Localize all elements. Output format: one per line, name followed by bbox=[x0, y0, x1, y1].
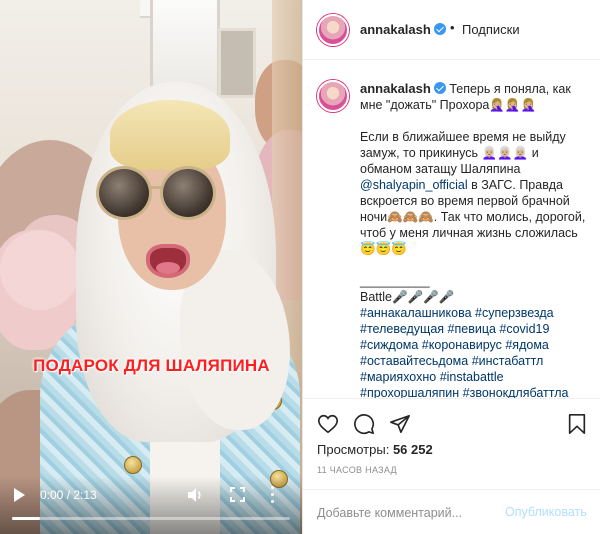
video-time: 0:00 / 2:13 bbox=[40, 488, 97, 502]
separator-dot: • bbox=[450, 20, 455, 35]
verified-icon bbox=[433, 82, 446, 94]
views-label: Просмотры: bbox=[317, 442, 390, 457]
video-overlay-caption: ПОДАРОК ДЛЯ ШАЛЯПИНА bbox=[33, 356, 270, 375]
picture-frame bbox=[218, 28, 256, 98]
video-progress-fill bbox=[12, 517, 40, 520]
caption-text: Теперь я поняла, как мне "дожать" Прохор… bbox=[360, 82, 571, 176]
video-progress-bar[interactable] bbox=[12, 517, 290, 520]
action-bar bbox=[303, 398, 600, 438]
share-icon[interactable] bbox=[389, 413, 411, 435]
post-timestamp[interactable]: 11 часов назад bbox=[317, 465, 397, 475]
more-vertical-icon[interactable] bbox=[270, 486, 276, 504]
header-username-text[interactable]: annakalash bbox=[360, 22, 431, 37]
post-caption: annakalash Теперь я поняла, как мне "дож… bbox=[360, 81, 592, 398]
publish-button[interactable]: Опубликовать bbox=[505, 505, 587, 519]
caption-area: annakalash Теперь я поняла, как мне "дож… bbox=[303, 61, 600, 398]
following-button[interactable]: Подписки bbox=[462, 22, 520, 37]
volume-icon[interactable] bbox=[186, 486, 204, 504]
play-icon[interactable] bbox=[14, 488, 25, 502]
video-controls-bar bbox=[0, 476, 302, 534]
caption-text-continued: в ЗАГС. Правда вскроется во время первой… bbox=[360, 178, 586, 304]
avatar[interactable] bbox=[317, 14, 349, 46]
comment-form: Опубликовать bbox=[303, 489, 600, 534]
views-count[interactable]: Просмотры: 56 252 bbox=[317, 442, 433, 457]
views-number: 56 252 bbox=[392, 442, 433, 457]
sunglasses-lens-left bbox=[96, 166, 152, 220]
verified-icon bbox=[433, 23, 446, 35]
bookmark-icon[interactable] bbox=[566, 413, 588, 435]
video-player[interactable]: ПОДАРОК ДЛЯ ШАЛЯПИНА 0:00 / 2:13 bbox=[0, 0, 303, 534]
header-username[interactable]: annakalash bbox=[360, 22, 446, 37]
caption-mention-link[interactable]: @shalyapin_official bbox=[360, 178, 468, 192]
comment-icon[interactable] bbox=[353, 413, 375, 435]
tongue bbox=[156, 262, 180, 274]
caption-username[interactable]: annakalash bbox=[360, 81, 431, 96]
gold-button bbox=[124, 456, 142, 474]
teddy-bear-pink-head bbox=[0, 230, 80, 310]
post-panel: annakalash • Подписки annakalash Теперь … bbox=[303, 0, 600, 534]
caption-avatar[interactable] bbox=[317, 80, 349, 112]
comment-input[interactable] bbox=[317, 504, 507, 522]
post-header: annakalash • Подписки bbox=[303, 0, 600, 60]
sunglasses bbox=[96, 166, 216, 222]
sunglasses-lens-right bbox=[160, 166, 216, 220]
fullscreen-icon[interactable] bbox=[230, 487, 245, 502]
caption-hashtags[interactable]: #аннакалашникова #суперзвезда #телеведущ… bbox=[360, 306, 568, 398]
blonde-hair bbox=[110, 100, 230, 170]
heart-icon[interactable] bbox=[317, 413, 339, 435]
